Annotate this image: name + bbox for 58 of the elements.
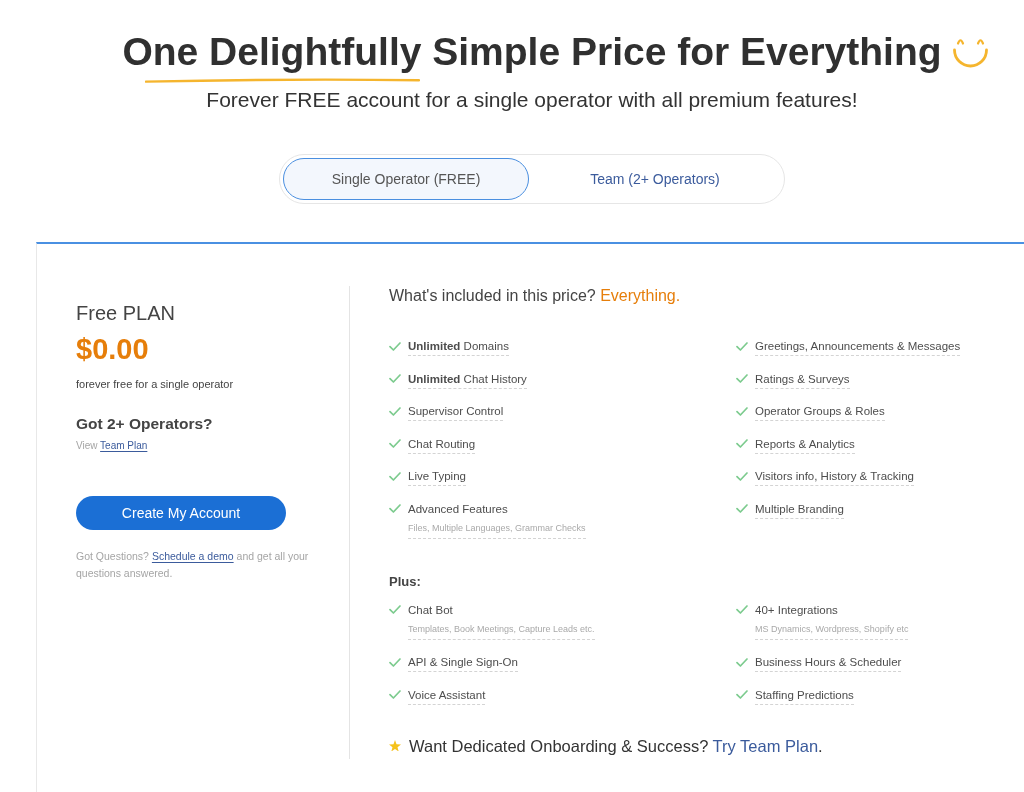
check-icon	[736, 374, 748, 383]
help-text: Got Questions? Schedule a demo and get all your questions answered.	[76, 549, 310, 581]
price-note: forever free for a single operator	[76, 377, 234, 392]
feature-label: Unlimited Domains	[408, 337, 509, 356]
onboarding-text: Want Dedicated Onboarding & Success? Try Team Plan.	[409, 735, 823, 757]
feature-label: Staffing Predictions	[755, 685, 854, 705]
plus-heading: Plus:	[389, 572, 421, 591]
star-icon	[389, 739, 401, 752]
plan-tab[interactable]: Single Operator (FREE)	[283, 158, 529, 200]
team-plan-link[interactable]: Team Plan	[100, 440, 148, 451]
feature-label: Chat Routing	[408, 434, 476, 454]
check-icon	[736, 341, 748, 351]
feature-label: Visitors info, History & Tracking	[755, 467, 914, 486]
feature-label: Business Hours & Scheduler	[755, 653, 902, 672]
check-icon	[736, 471, 748, 481]
team-plan-text: View Team Plan	[76, 439, 148, 453]
plan-price: $0.00	[76, 332, 149, 366]
included-heading: What's included in this price? Everything.	[389, 286, 681, 306]
check-icon	[389, 341, 401, 351]
check-icon	[389, 605, 401, 614]
check-icon	[736, 690, 748, 699]
feature-label: Reports & Analytics	[755, 434, 855, 454]
team-question: Got 2+ Operators?	[76, 414, 213, 434]
feature-label: Greetings, Announcements & Messages	[755, 337, 961, 356]
feature-note: Templates, Book Meetings, Capture Leads etc.	[408, 621, 595, 640]
try-team-plan-link[interactable]: Try Team Plan	[712, 736, 819, 755]
page-subtitle: Forever FREE account for a single operator with all premium features!	[206, 87, 858, 113]
check-icon	[736, 406, 748, 416]
check-icon	[389, 406, 401, 416]
feature-note: MS Dynamics, Wordpress, Shopify etc	[755, 621, 909, 640]
plan-name: Free PLAN	[76, 301, 175, 325]
feature-label: Multiple Branding	[755, 499, 844, 519]
smiley-icon	[951, 36, 989, 68]
check-icon	[736, 439, 748, 448]
page-title: One Delightfully Simple Price for Everything	[122, 29, 942, 75]
feature-label: Unlimited Chat History	[408, 369, 527, 389]
feature-label: 40+ Integrations	[755, 602, 838, 618]
plan-tab[interactable]: Team (2+ Operators)	[529, 158, 781, 200]
feature-label: Operator Groups & Roles	[755, 402, 885, 421]
check-icon	[389, 690, 401, 699]
create-account-button[interactable]: Create My Account	[76, 496, 286, 530]
feature-label: Chat Bot	[408, 602, 453, 618]
check-icon	[389, 374, 401, 383]
check-icon	[736, 504, 748, 513]
schedule-demo-link[interactable]: Schedule a demo	[151, 550, 234, 562]
feature-label: Ratings & Surveys	[755, 369, 850, 389]
check-icon	[389, 504, 401, 513]
feature-label: Live Typing	[408, 467, 466, 486]
feature-label: Voice Assistant	[408, 685, 486, 705]
check-icon	[389, 471, 401, 481]
check-icon	[389, 657, 401, 667]
check-icon	[736, 657, 748, 667]
feature-label: API & Single Sign-On	[408, 653, 518, 672]
feature-label: Advanced Features	[408, 501, 508, 517]
check-icon	[389, 439, 401, 448]
check-icon	[736, 605, 748, 614]
feature-note: Files, Multiple Languages, Grammar Checks	[408, 520, 586, 539]
feature-label: Supervisor Control	[408, 402, 504, 421]
